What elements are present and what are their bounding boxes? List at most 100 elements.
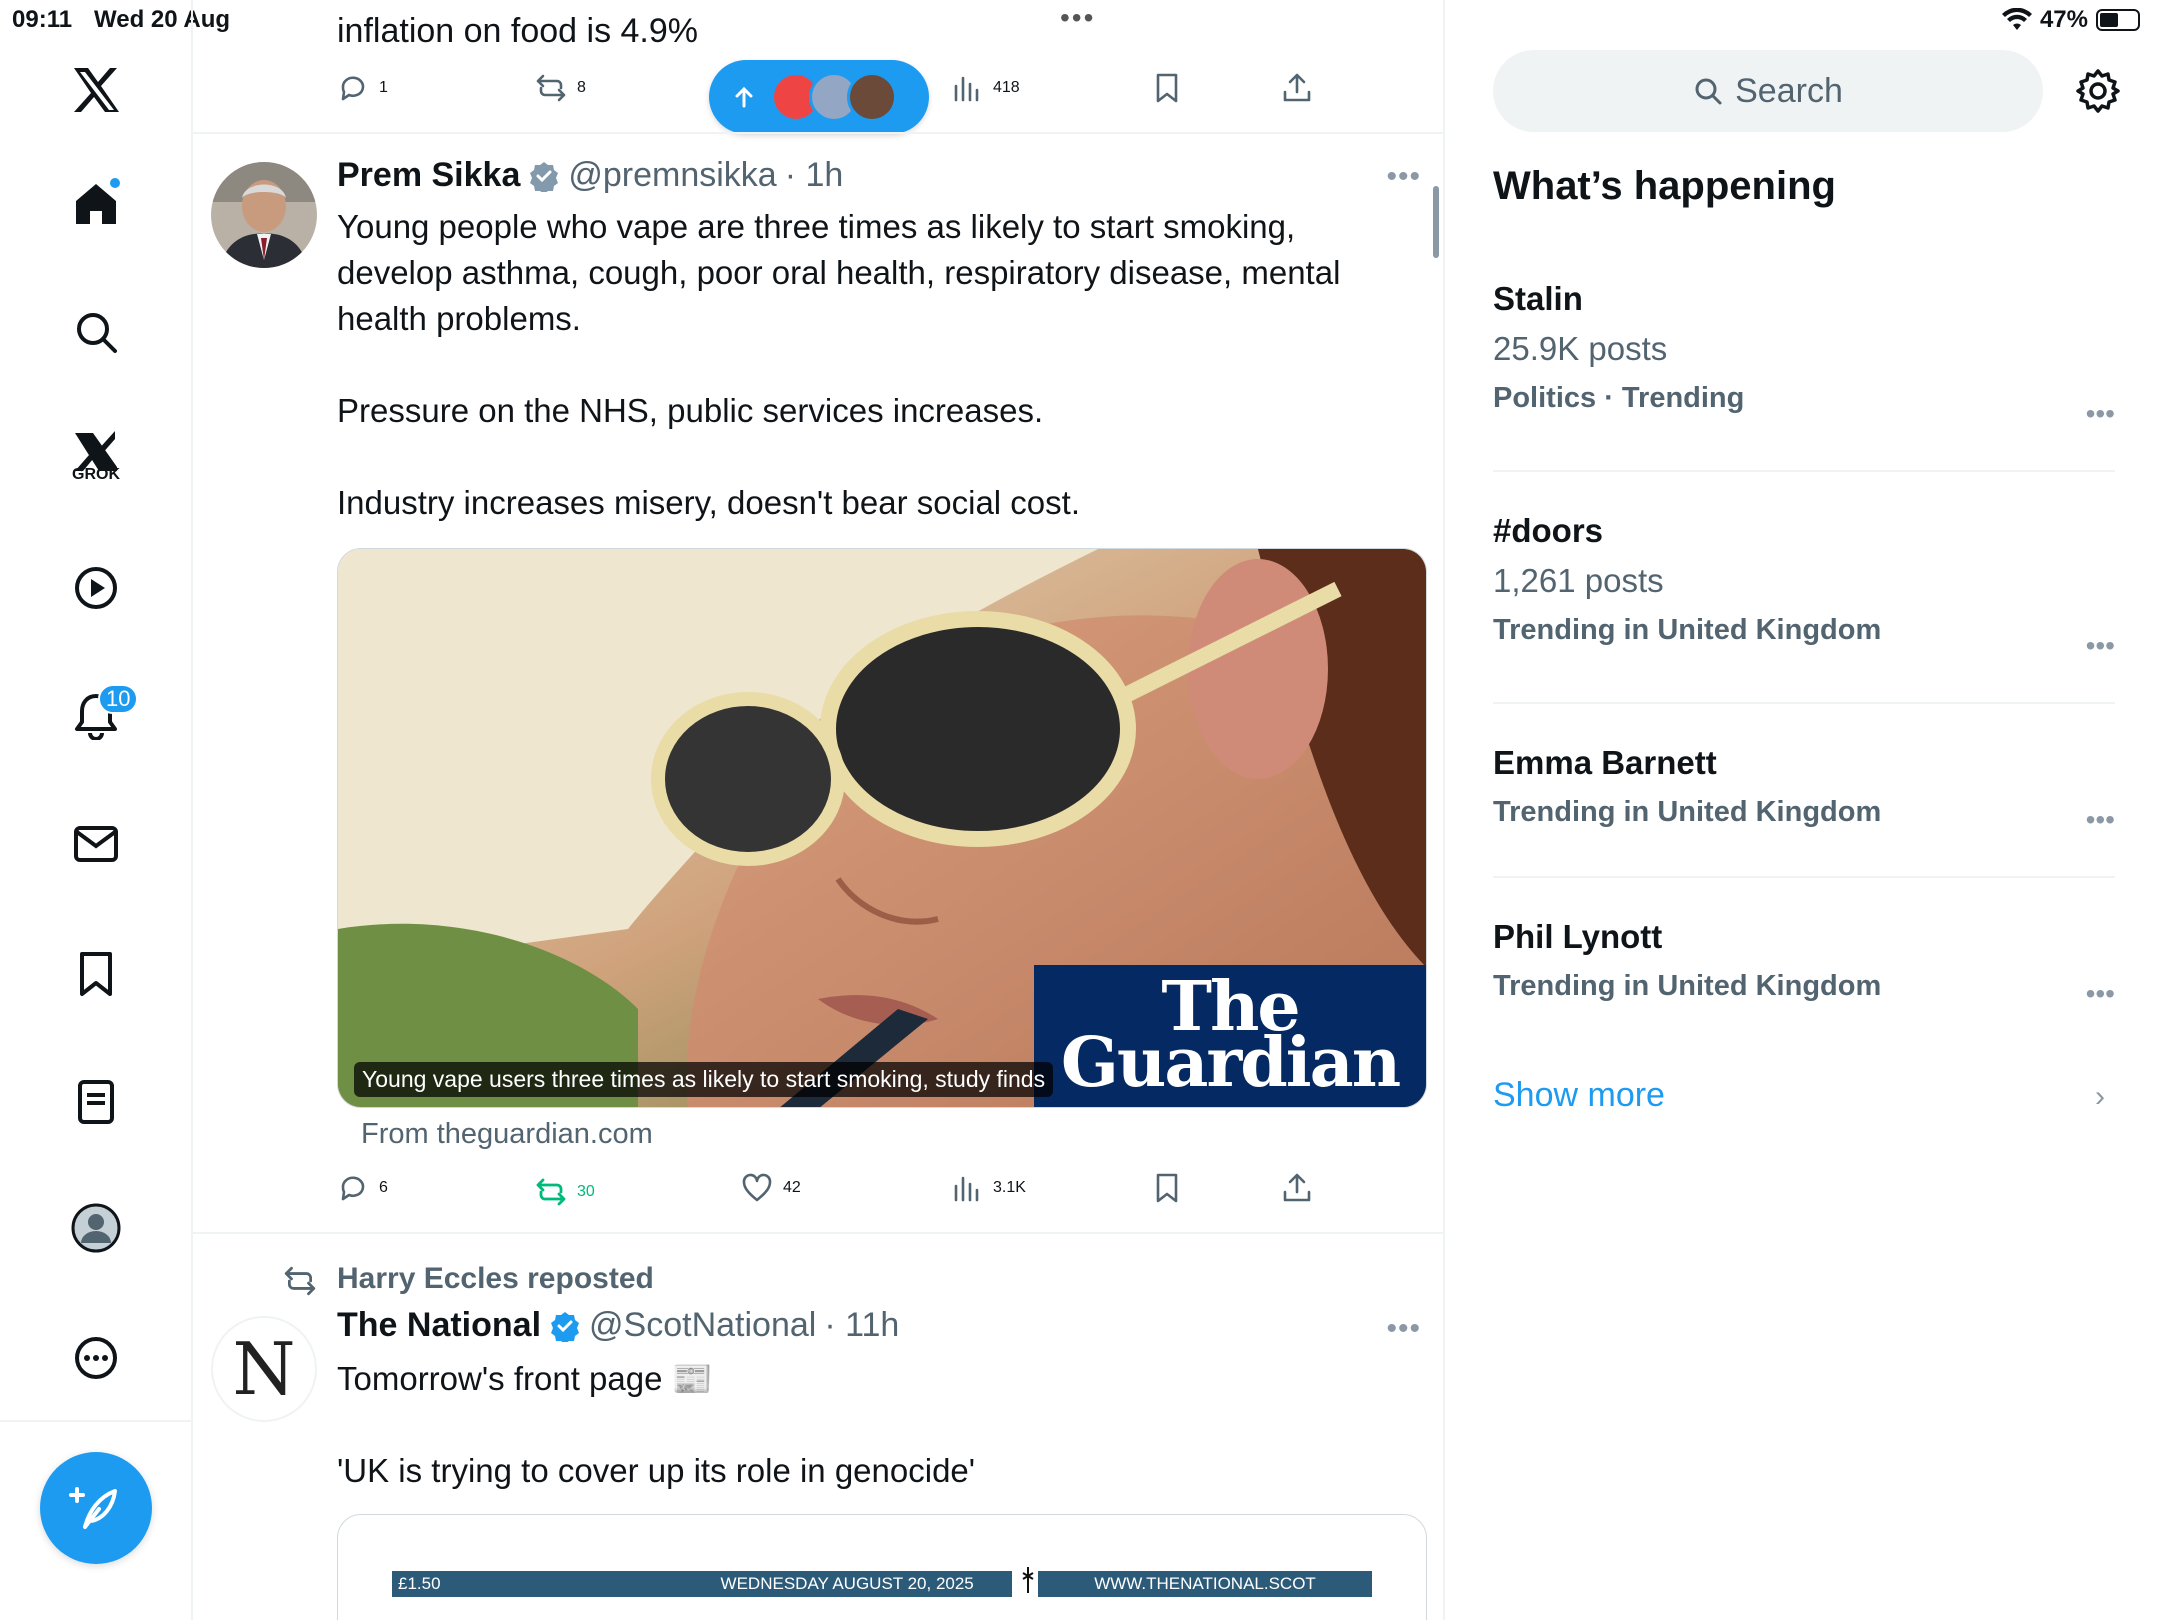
reply-button[interactable]: 6 [337,1172,388,1204]
compose-feather-icon [69,1487,117,1529]
author-name[interactable]: The National [337,1306,541,1345]
trend-divider [1493,702,2115,704]
nav-grok[interactable]: GROK [56,412,136,492]
trend-more-icon[interactable]: ••• [2086,978,2115,1010]
grok-label: GROK [72,466,120,483]
share-icon [1283,1173,1311,1202]
nav-more[interactable] [56,1318,136,1398]
paper-price: £1.50 [398,1574,441,1593]
trend-divider [1493,470,2115,472]
guardian-logo: The Guardian [1034,965,1426,1107]
bookmark-icon [1156,1173,1178,1203]
trend-category: Politics · Trending [1493,382,1745,414]
like-button[interactable]: 42 [741,1172,801,1204]
author-name[interactable]: Prem Sikka [337,156,520,195]
tweet-author: The National @ScotNational · 11h [337,1306,899,1345]
profile-avatar-icon [71,1203,121,1253]
nav-home[interactable] [56,164,136,244]
gear-icon[interactable] [2075,68,2121,114]
trend-name: Emma Barnett [1493,744,1717,781]
trend-item[interactable]: Phil Lynott Trending in United Kingdom •… [1493,918,2115,1009]
new-posts-pill[interactable] [709,60,929,134]
repost-count: 8 [577,79,586,96]
scroll-indicator[interactable] [1433,186,1439,258]
trend-name: Phil Lynott [1493,918,1663,955]
compose-post-button[interactable] [40,1452,152,1564]
tweet-time[interactable]: · 1h [785,156,844,195]
show-more-link[interactable]: Show more [1493,1076,1665,1115]
share-icon [1283,73,1311,102]
search-icon [77,313,117,353]
trend-category: Trending in United Kingdom [1493,970,1882,1002]
reply-count: 6 [379,1179,388,1196]
home-unread-dot [108,176,122,190]
heart-icon [742,1173,772,1202]
nav-profile[interactable] [56,1188,136,1268]
pill-avatar [847,72,897,122]
paper-emblem-icon [1022,1567,1034,1593]
guardian-logo-line2: Guardian [1060,1023,1401,1103]
avatar-letter: N [232,1327,296,1411]
trend-more-icon[interactable]: ••• [2086,630,2115,662]
bookmark-icon [1156,73,1178,103]
trend-more-icon[interactable]: ••• [2086,804,2115,836]
bookmark-icon [80,952,112,996]
repost-by: Harry Eccles reposted [337,1262,654,1295]
chevron-right-icon[interactable]: › [2095,1080,2105,1114]
search-input[interactable]: Search [1493,50,2043,132]
nav-notifications[interactable]: 10 [56,676,139,756]
nav-explore[interactable] [56,292,136,372]
paper-info-bar: £1.50 WEDNESDAY AUGUST 20, 2025 [392,1571,1012,1597]
share-button[interactable] [1281,1172,1313,1204]
tweet-time[interactable]: · 11h [824,1306,899,1345]
nav-messages[interactable] [56,804,136,884]
tweet-divider [193,1232,1443,1234]
nav-bookmarks[interactable] [56,934,136,1014]
card-source[interactable]: From theguardian.com [361,1118,653,1151]
author-avatar[interactable]: N [211,1316,317,1422]
repost-icon [536,74,566,102]
trend-more-icon[interactable]: ••• [2086,398,2115,430]
tweet-more-icon[interactable]: ••• [1386,160,1421,194]
share-button[interactable] [1281,72,1313,104]
trend-name: Stalin [1493,280,1583,317]
trend-category: Trending in United Kingdom [1493,796,1882,828]
link-card[interactable]: The Guardian Young vape users three time… [337,548,1427,1108]
bookmark-button[interactable] [1151,1172,1183,1204]
trend-item[interactable]: Emma Barnett Trending in United Kingdom … [1493,744,2115,835]
reply-icon [341,1176,365,1201]
x-logo-icon[interactable] [56,50,136,130]
author-avatar[interactable] [211,162,317,268]
like-count: 42 [783,1179,801,1196]
paper-url-bar: WWW.THENATIONAL.SCOT [1038,1571,1372,1597]
reply-button[interactable]: 1 [337,72,388,104]
paper-url: WWW.THENATIONAL.SCOT [1094,1574,1316,1593]
repost-label[interactable]: Harry Eccles reposted [284,1262,654,1296]
repost-button[interactable]: 30 [535,1176,595,1208]
trend-category: Trending in United Kingdom [1493,614,1882,646]
tweet-text-line1: Tomorrow's front page 📰 [337,1360,713,1397]
arrow-up-icon [735,86,753,108]
views-button[interactable]: 418 [951,72,1020,104]
nav-separator [0,1420,193,1422]
front-page-image[interactable]: £1.50 WEDNESDAY AUGUST 20, 2025 WWW.THEN… [337,1514,1427,1620]
author-handle[interactable]: @premnsikka [568,156,776,195]
bookmark-button[interactable] [1151,72,1183,104]
views-button[interactable]: 3.1K [951,1172,1026,1204]
trend-divider [1493,876,2115,878]
nav-lists[interactable] [56,1062,136,1142]
prev-tweet-text: inflation on food is 4.9% [337,12,699,50]
nav-video[interactable] [56,548,136,628]
trend-posts: 1,261 posts [1493,562,1664,599]
repost-icon [536,1178,566,1206]
more-circle-icon [75,1337,117,1379]
views-count: 3.1K [993,1179,1026,1196]
tweet-more-icon[interactable]: ••• [1386,1312,1421,1346]
repost-button[interactable]: 8 [535,72,586,104]
trend-item[interactable]: Stalin 25.9K posts Politics · Trending •… [1493,280,2115,429]
author-handle[interactable]: @ScotNational [589,1306,816,1345]
trend-item[interactable]: #doors 1,261 posts Trending in United Ki… [1493,512,2115,661]
search-placeholder: Search [1735,71,1843,110]
right-sidebar: Search What’s happening Stalin 25.9K pos… [1447,0,2160,1620]
reply-count: 1 [379,79,388,96]
